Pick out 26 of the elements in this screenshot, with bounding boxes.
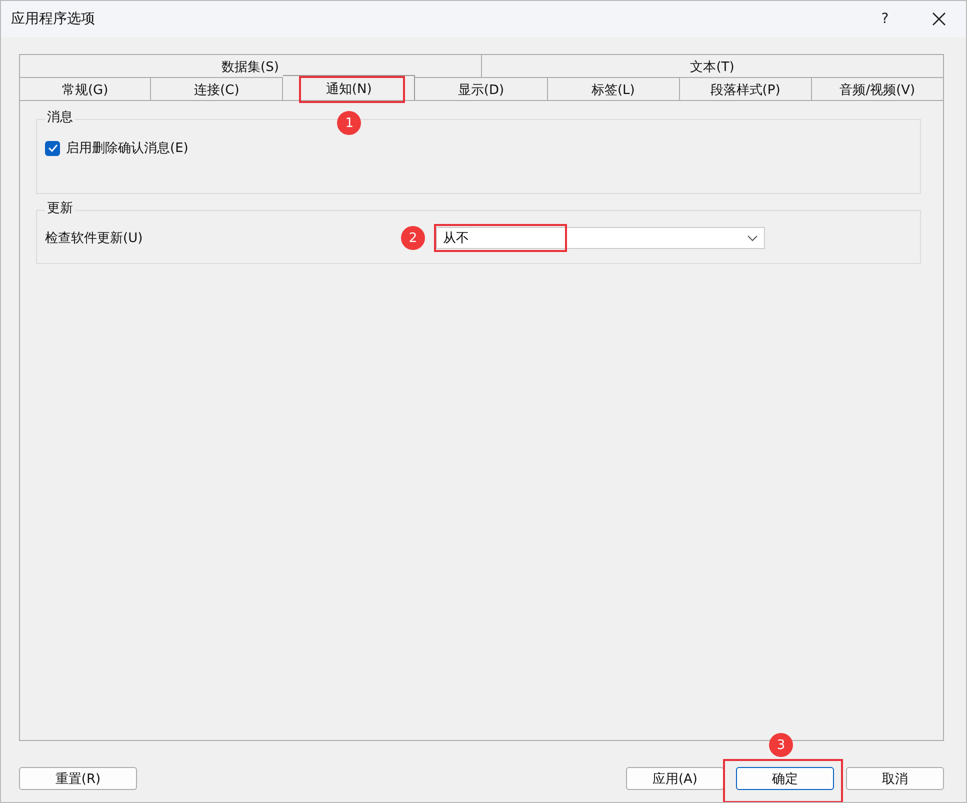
group-title: 更新 bbox=[45, 199, 75, 217]
dialog-button[interactable]: 确定 bbox=[736, 767, 834, 790]
tab[interactable]: 标签(L) bbox=[548, 77, 680, 100]
dialog-button[interactable]: 重置(R) bbox=[19, 767, 137, 790]
close-icon bbox=[932, 12, 946, 26]
checkbox-label: 启用删除确认消息(E) bbox=[66, 140, 188, 157]
tab[interactable]: 数据集(S) bbox=[19, 54, 482, 77]
help-button[interactable]: ? bbox=[858, 1, 912, 37]
dropdown[interactable]: 从不 bbox=[436, 227, 765, 249]
step-badge: 2 bbox=[401, 226, 425, 250]
tab[interactable]: 通知(N) bbox=[283, 75, 416, 100]
tab[interactable]: 显示(D) bbox=[415, 77, 548, 100]
tab[interactable]: 文本(T) bbox=[482, 54, 944, 77]
tab[interactable]: 连接(C) bbox=[151, 77, 284, 100]
window-title: 应用程序选项 bbox=[11, 10, 95, 28]
dialog-button[interactable]: 取消 bbox=[846, 767, 944, 790]
dialog-button[interactable]: 应用(A) bbox=[626, 767, 724, 790]
tab[interactable]: 段落样式(P) bbox=[680, 77, 812, 100]
step-badge: 3 bbox=[769, 733, 793, 757]
group-title: 消息 bbox=[45, 108, 75, 126]
tab[interactable]: 音频/视频(V) bbox=[812, 77, 944, 100]
check-icon bbox=[48, 144, 58, 152]
tab[interactable]: 常规(G) bbox=[19, 77, 152, 100]
chevron-down-icon bbox=[747, 234, 758, 242]
checkbox[interactable] bbox=[45, 140, 60, 156]
field-label: 检查软件更新(U) bbox=[45, 230, 143, 247]
